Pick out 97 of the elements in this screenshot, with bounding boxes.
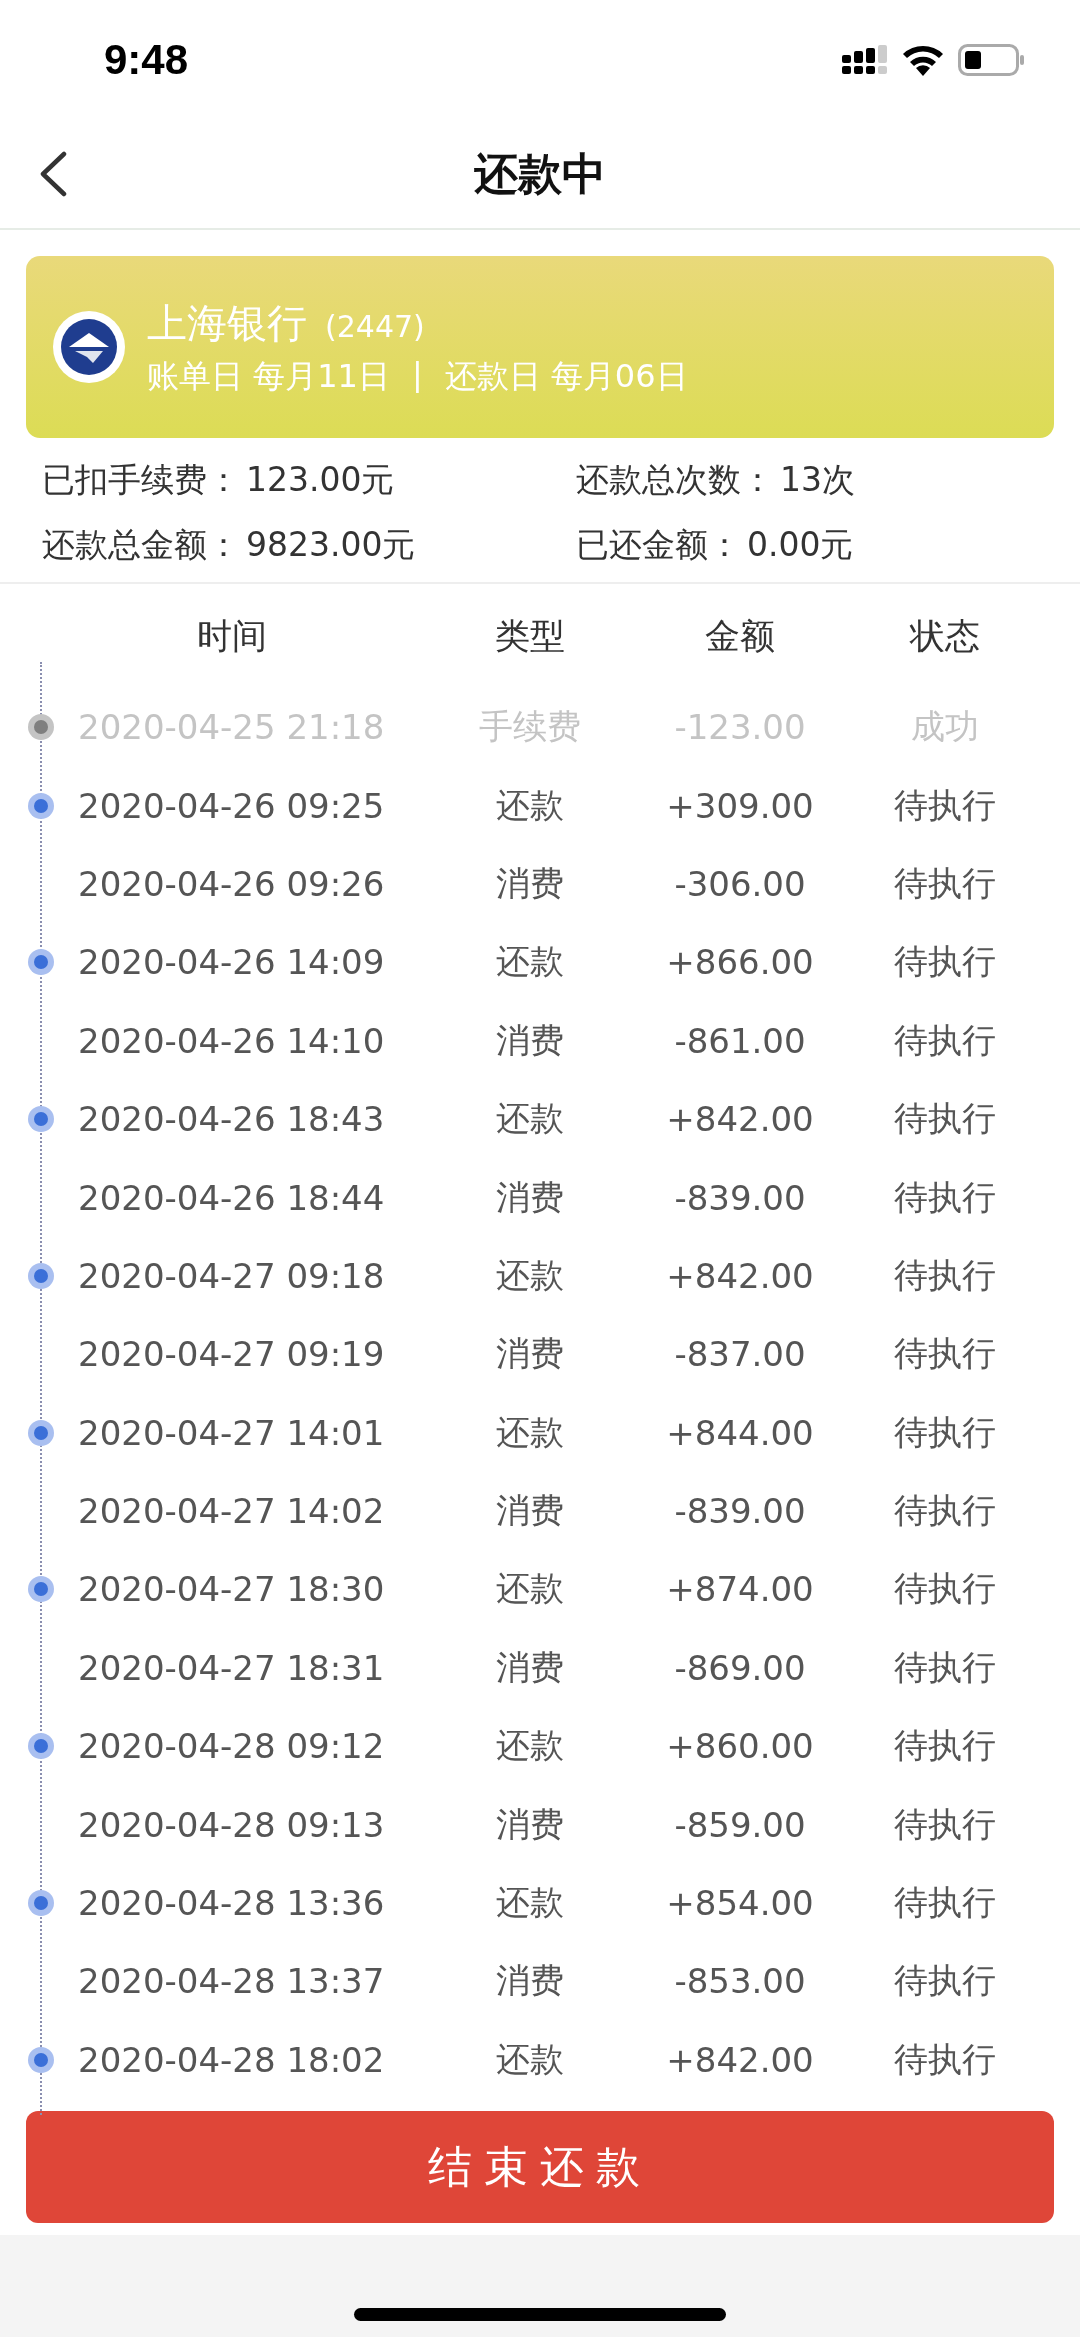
table-cell-text: 待执行 <box>893 1410 997 1454</box>
page-title: 还款中 <box>474 146 606 201</box>
table-cell-text: 2020-04-27 18:31 <box>78 1647 386 1688</box>
table-cell-text: 消费 <box>495 1489 565 1533</box>
table-cell-text: 2020-04-26 18:43 <box>78 1099 386 1140</box>
table-cell-text: 2020-04-26 09:25 <box>78 785 386 826</box>
end-repayment-button[interactable]: 结束还款 <box>26 2111 1054 2224</box>
summary-value: 123.00元 <box>246 459 395 501</box>
table-cell-text: -123.00 <box>673 707 807 748</box>
bank-logo-icon <box>53 311 125 383</box>
summary-label: 还款总次数： <box>576 459 774 501</box>
column-header: 类型 <box>494 614 566 658</box>
table-cell-text: 待执行 <box>893 940 997 984</box>
table-cell-text: 成功 <box>910 705 980 749</box>
battery-icon <box>958 44 1024 76</box>
table-cell-text: 2020-04-28 09:12 <box>78 1726 386 1767</box>
table-cell-text: -861.00 <box>673 1020 807 1061</box>
table-cell-text: 待执行 <box>893 1959 997 2003</box>
table-cell-text: 还款 <box>495 2037 565 2081</box>
column-header: 时间 <box>196 614 268 658</box>
table-cell-text: 待执行 <box>893 783 997 827</box>
table-cell-text: 2020-04-27 09:18 <box>78 1255 386 1296</box>
table-cell-text: 待执行 <box>893 861 997 905</box>
table-cell-text: 2020-04-27 09:19 <box>78 1334 386 1375</box>
table-cell-text: +309.00 <box>665 785 815 826</box>
table-cell-text: 2020-04-26 18:44 <box>78 1177 386 1218</box>
table-cell-text: 待执行 <box>893 1097 997 1141</box>
table-cell-text: 消费 <box>495 1959 565 2003</box>
table-cell-text: 待执行 <box>893 1724 997 1768</box>
summary-value: 0.00元 <box>747 524 854 566</box>
table-cell-text: 手续费 <box>478 705 582 749</box>
separator: | <box>411 354 423 395</box>
table-cell-text: 待执行 <box>893 1567 997 1611</box>
wifi-icon <box>902 44 944 76</box>
table-cell-text: 待执行 <box>893 1802 997 1846</box>
table-cell-text: 2020-04-27 18:30 <box>78 1569 386 1610</box>
table-cell-text: 消费 <box>495 1645 565 1689</box>
table-cell-text: 待执行 <box>893 1881 997 1925</box>
table-cell-text: 2020-04-28 09:13 <box>78 1804 386 1845</box>
table-cell-text: 2020-04-27 14:02 <box>78 1491 386 1532</box>
table-cell-text: +866.00 <box>665 942 815 983</box>
table-cell-text: +854.00 <box>665 1883 815 1924</box>
table-cell-text: 2020-04-26 14:09 <box>78 942 386 983</box>
table-cell-text: 2020-04-28 13:37 <box>78 1961 386 2002</box>
table-cell-text: 还款 <box>495 1410 565 1454</box>
table-cell-text: +842.00 <box>665 1255 815 1296</box>
table-cell-text: 2020-04-25 21:18 <box>78 707 386 748</box>
table-cell-text: -839.00 <box>673 1177 807 1218</box>
signal-icon <box>842 45 888 75</box>
summary-label: 已还金额： <box>576 524 741 566</box>
summary-value: 9823.00元 <box>246 524 416 566</box>
table-cell-text: +842.00 <box>665 1099 815 1140</box>
table-cell-text: 消费 <box>495 1018 565 1062</box>
table-cell-text: 消费 <box>495 861 565 905</box>
table-cell-text: 消费 <box>495 1332 565 1376</box>
table-cell-text: +874.00 <box>665 1569 815 1610</box>
table-cell-text: 2020-04-26 09:26 <box>78 863 386 904</box>
summary-value: 13次 <box>780 459 855 501</box>
repayment-day: 还款日 每月06日 <box>444 354 688 399</box>
table-cell-text: 2020-04-28 18:02 <box>78 2039 386 2080</box>
table-cell-text: -859.00 <box>673 1804 807 1845</box>
billing-day: 账单日 每月11日 <box>147 354 390 399</box>
table-cell-text: 还款 <box>495 783 565 827</box>
table-cell-text: 2020-04-26 14:10 <box>78 1020 386 1061</box>
table-cell-text: 还款 <box>495 1567 565 1611</box>
column-header: 金额 <box>704 614 776 658</box>
table-cell-text: 还款 <box>495 1724 565 1768</box>
column-header: 状态 <box>908 614 981 658</box>
table-cell-text: 待执行 <box>893 1332 997 1376</box>
table-cell-text: -837.00 <box>673 1334 807 1375</box>
table-cell-text: 待执行 <box>893 1253 997 1297</box>
bank-name: 上海银行 <box>147 299 307 346</box>
table-cell-text: -306.00 <box>673 863 807 904</box>
table-cell-text: 还款 <box>495 1253 565 1297</box>
table-cell-text: 待执行 <box>893 2037 997 2081</box>
table-cell-text: 待执行 <box>893 1489 997 1533</box>
summary-label: 还款总金额： <box>42 524 240 566</box>
back-icon[interactable] <box>38 151 68 197</box>
table-cell-text: 还款 <box>495 1881 565 1925</box>
table-cell-text: -839.00 <box>673 1491 807 1532</box>
table-cell-text: -869.00 <box>673 1647 807 1688</box>
table-cell-text: 待执行 <box>893 1175 997 1219</box>
table-cell-text: -853.00 <box>673 1961 807 2002</box>
table-cell-text: 还款 <box>495 940 565 984</box>
table-cell-text: 待执行 <box>893 1645 997 1689</box>
table-cell-text: 待执行 <box>893 1018 997 1062</box>
table-cell-text: +844.00 <box>665 1412 815 1453</box>
card-number-suffix: (2447) <box>325 308 425 344</box>
table-cell-text: 还款 <box>495 1097 565 1141</box>
summary-label: 已扣手续费： <box>42 459 240 501</box>
table-cell-text: 2020-04-28 13:36 <box>78 1883 386 1924</box>
table-cell-text: 消费 <box>495 1175 565 1219</box>
table-cell-text: 消费 <box>495 1802 565 1846</box>
status-time: 9:48 <box>104 36 189 84</box>
table-cell-text: +860.00 <box>665 1726 815 1767</box>
table-cell-text: +842.00 <box>665 2039 815 2080</box>
table-cell-text: 2020-04-27 14:01 <box>78 1412 386 1453</box>
